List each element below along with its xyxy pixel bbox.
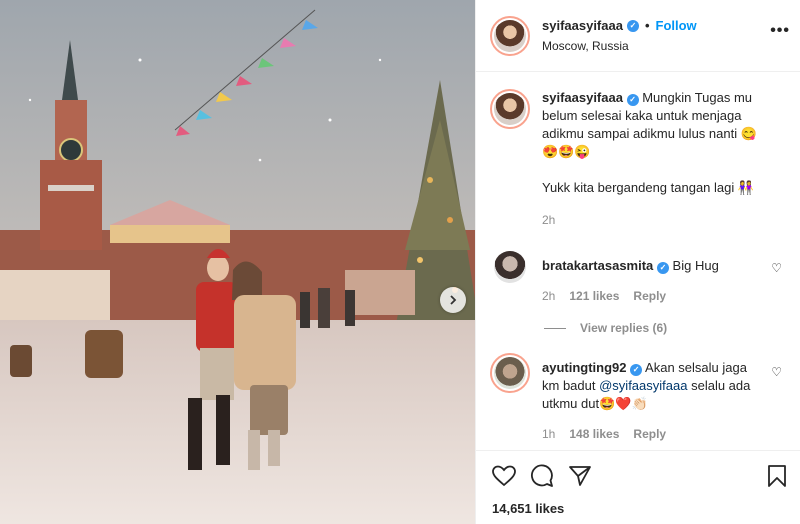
avatar-image [494, 251, 526, 283]
comment-message: Big Hug [672, 258, 719, 273]
verified-badge-icon: ✓ [656, 262, 669, 274]
more-options-icon[interactable]: ••• [770, 22, 790, 40]
caption-body: syifaasyifaaa ✓ Mungkin Tugas mu belum s… [542, 89, 786, 229]
comment-text: bratakartasasmita ✓ Big Hug [542, 257, 762, 275]
carousel-next-button[interactable] [440, 287, 466, 313]
action-bar [492, 461, 787, 491]
view-replies-label: View replies (6) [580, 321, 668, 335]
author-username[interactable]: syifaasyifaaa [542, 18, 623, 33]
comment-username[interactable]: ayutingting92 [542, 360, 627, 375]
caption-avatar[interactable] [490, 89, 530, 129]
verified-badge-icon: ✓ [626, 19, 639, 32]
post-header: syifaasyifaaa ✓ • Follow Moscow, Russia … [476, 0, 800, 72]
reply-button[interactable]: Reply [633, 287, 666, 305]
avatar-image [494, 20, 526, 52]
post-photo[interactable] [0, 0, 475, 524]
comment-item: ayutingting92 ✓ Akan selsalu jaga km bad… [476, 353, 800, 443]
comment-avatar[interactable] [490, 353, 530, 393]
comment-time[interactable]: 1h [542, 425, 555, 443]
avatar-image [494, 93, 526, 125]
bookmark-icon[interactable] [767, 464, 787, 488]
comment-likes[interactable]: 121 likes [569, 287, 619, 305]
caption-line3: Yukk kita bergandeng tangan lagi 👭 [542, 180, 755, 195]
comment-time[interactable]: 2h [542, 287, 555, 305]
reply-button[interactable]: Reply [633, 425, 666, 443]
heart-icon[interactable]: ♡ [771, 365, 782, 379]
post-likes-count[interactable]: 14,651 likes [492, 501, 787, 516]
verified-badge-icon: ✓ [630, 364, 643, 376]
author-info: syifaasyifaaa ✓ • Follow Moscow, Russia [542, 18, 697, 53]
comment-text: ayutingting92 ✓ Akan selsalu jaga km bad… [542, 359, 767, 413]
comment-meta: 2h 121 likes Reply [542, 287, 762, 305]
caption-time[interactable]: 2h [542, 211, 555, 229]
follow-button[interactable]: Follow [656, 18, 697, 33]
heart-icon[interactable] [492, 465, 516, 487]
post-location[interactable]: Moscow, Russia [542, 39, 697, 53]
heart-icon[interactable]: ♡ [771, 261, 782, 275]
caption-text: syifaasyifaaa ✓ Mungkin Tugas mu belum s… [542, 89, 786, 143]
comment-likes[interactable]: 148 likes [569, 425, 619, 443]
comment-mention[interactable]: @syifaasyifaaa [599, 378, 687, 393]
avatar-image [494, 357, 526, 389]
caption-meta: 2h [542, 211, 786, 229]
caption: syifaasyifaaa ✓ Mungkin Tugas mu belum s… [476, 89, 800, 229]
comment-body: ayutingting92 ✓ Akan selsalu jaga km bad… [542, 353, 767, 443]
author-avatar[interactable] [490, 16, 530, 56]
verified-badge-icon: ✓ [626, 94, 639, 106]
comment-avatar[interactable] [490, 247, 530, 287]
separator-dot: • [644, 18, 650, 33]
instagram-post: syifaasyifaaa ✓ • Follow Moscow, Russia … [0, 0, 800, 524]
comment-icon[interactable] [530, 464, 554, 488]
post-actions-footer: 14,651 likes [476, 450, 800, 516]
post-side-panel: syifaasyifaaa ✓ • Follow Moscow, Russia … [475, 0, 800, 524]
comment-meta: 1h 148 likes Reply [542, 425, 767, 443]
chevron-right-icon [450, 295, 457, 305]
author-row: syifaasyifaaa ✓ • Follow [542, 18, 697, 33]
caption-emoji-line: 😍🤩😜 [542, 144, 591, 159]
photo-scene [0, 0, 475, 524]
replies-line [544, 327, 566, 329]
comment-body: bratakartasasmita ✓ Big Hug 2h 121 likes… [542, 247, 762, 305]
share-icon[interactable] [568, 464, 592, 488]
caption-username[interactable]: syifaasyifaaa [542, 90, 623, 105]
view-replies-button[interactable]: View replies (6) [544, 321, 800, 335]
comment-item: bratakartasasmita ✓ Big Hug 2h 121 likes… [476, 247, 800, 305]
comment-username[interactable]: bratakartasasmita [542, 258, 653, 273]
